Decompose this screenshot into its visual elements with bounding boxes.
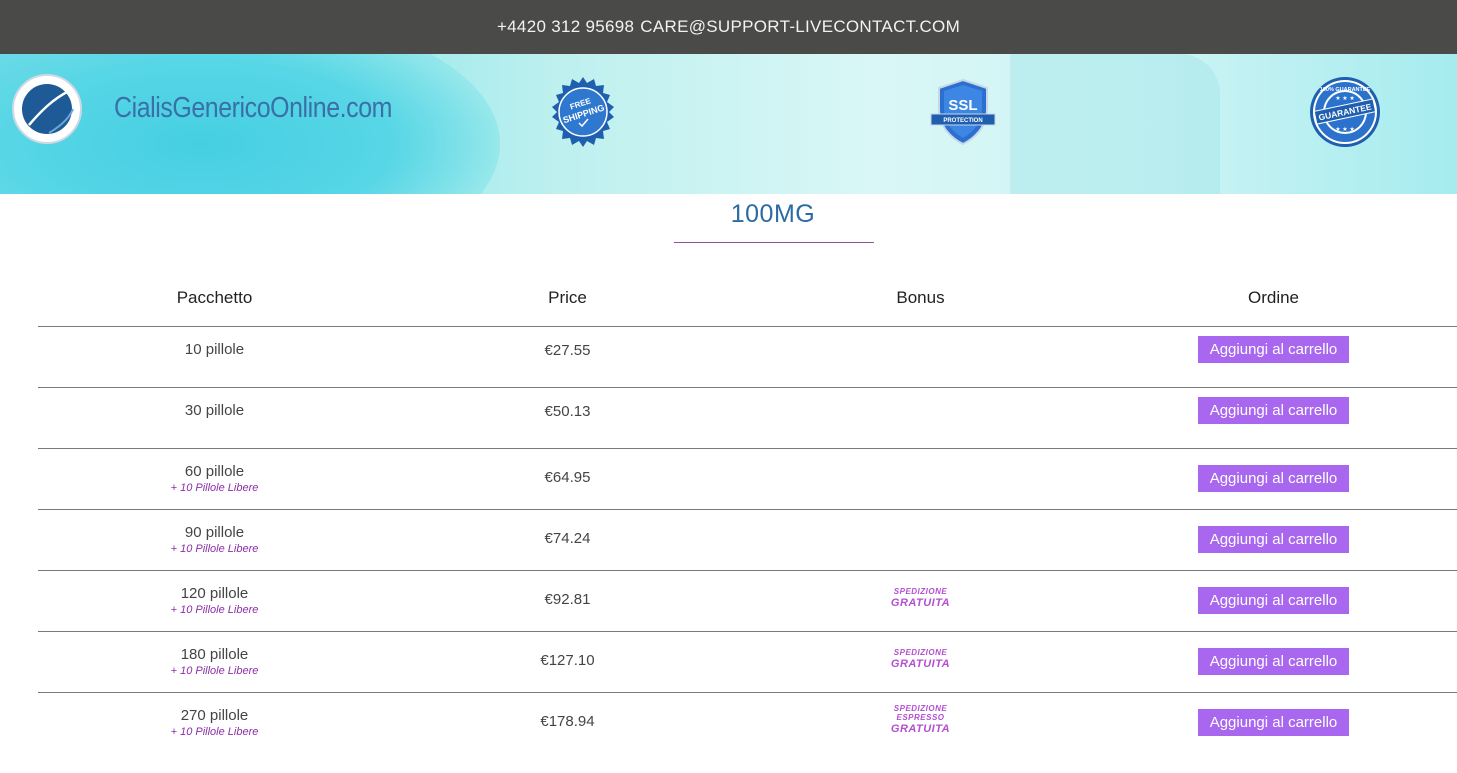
svg-text:PROTECTION: PROTECTION <box>943 118 982 124</box>
price-table: Pacchetto Price Bonus Ordine 10 pillole … <box>38 270 1457 754</box>
add-to-cart-button[interactable]: Aggiungi al carrello <box>1197 465 1350 492</box>
price-cell: €127.10 <box>540 652 595 669</box>
bonus-cell <box>744 510 1097 524</box>
bonus-cell: SPEDIZIONE GRATUITA <box>744 571 1097 610</box>
table-header: Pacchetto Price Bonus Ordine <box>38 270 1457 327</box>
header-banner: CialisGenericoOnline.com FREE SHIPPING S… <box>0 54 1457 194</box>
free-shipping-tag: SPEDIZIONE GRATUITA <box>890 587 951 609</box>
bonus-tag-main: GRATUITA <box>890 722 951 735</box>
order-cell: Aggiungi al carrello <box>1097 327 1450 363</box>
free-shipping-tag: SPEDIZIONE GRATUITA <box>890 648 951 670</box>
table-row: 10 pillole €27.55 Aggiungi al carrello <box>38 327 1457 388</box>
price-cell: €74.24 <box>544 530 591 547</box>
support-email[interactable]: CARE@SUPPORT-LIVECONTACT.COM <box>640 17 960 37</box>
add-to-cart-button[interactable]: Aggiungi al carrello <box>1197 709 1350 736</box>
banner-decoration-band <box>1010 54 1220 194</box>
bonus-cell: SPEDIZIONE ESPRESSO GRATUITA <box>744 693 1097 736</box>
package-cell: 10 pillole <box>38 327 391 358</box>
order-cell: Aggiungi al carrello <box>1097 388 1450 424</box>
order-cell: Aggiungi al carrello <box>1097 632 1450 675</box>
svg-text:100% GUARANTEE: 100% GUARANTEE <box>1320 87 1371 93</box>
table-row: 60 pillole + 10 Pillole Libere €64.95 Ag… <box>38 449 1457 510</box>
price-cell: €92.81 <box>544 591 591 608</box>
order-cell: Aggiungi al carrello <box>1097 693 1450 736</box>
price-cell: €50.13 <box>544 403 591 420</box>
svg-text:★ ★ ★: ★ ★ ★ <box>1335 95 1354 102</box>
free-pills-note: + 10 Pillole Libere <box>170 604 259 616</box>
svg-text:SSL: SSL <box>948 97 977 114</box>
free-pills-note: + 10 Pillole Libere <box>170 482 259 494</box>
table-row: 90 pillole + 10 Pillole Libere €74.24 Ag… <box>38 510 1457 571</box>
svg-text:★ ★ ★: ★ ★ ★ <box>1335 126 1354 133</box>
express-shipping-tag: SPEDIZIONE ESPRESSO GRATUITA <box>890 704 951 735</box>
order-cell: Aggiungi al carrello <box>1097 449 1450 492</box>
bonus-tag-line-2: ESPRESSO <box>896 712 945 722</box>
package-cell: 270 pillole + 10 Pillole Libere <box>38 693 391 738</box>
table-row: 270 pillole + 10 Pillole Libere €178.94 … <box>38 693 1457 754</box>
price-cell: €64.95 <box>544 469 591 486</box>
package-cell: 180 pillole + 10 Pillole Libere <box>38 632 391 677</box>
bonus-tag-main: GRATUITA <box>890 657 951 670</box>
free-pills-note: + 10 Pillole Libere <box>170 726 259 738</box>
site-name[interactable]: CialisGenericoOnline.com <box>114 92 392 125</box>
title-divider <box>674 242 874 243</box>
free-pills-note: + 10 Pillole Libere <box>170 543 259 555</box>
package-name: 90 pillole <box>184 524 245 541</box>
package-cell: 120 pillole + 10 Pillole Libere <box>38 571 391 616</box>
bonus-cell <box>744 449 1097 463</box>
package-name: 270 pillole <box>180 707 249 724</box>
add-to-cart-button[interactable]: Aggiungi al carrello <box>1197 397 1350 424</box>
order-cell: Aggiungi al carrello <box>1097 510 1450 553</box>
table-row: 120 pillole + 10 Pillole Libere €92.81 S… <box>38 571 1457 632</box>
table-row: 180 pillole + 10 Pillole Libere €127.10 … <box>38 632 1457 693</box>
guarantee-badge-icon: GUARANTEE 100% GUARANTEE ★ ★ ★ ★ ★ ★ <box>1309 76 1381 148</box>
bonus-cell: SPEDIZIONE GRATUITA <box>744 632 1097 671</box>
package-name: 120 pillole <box>180 585 249 602</box>
contact-bar: +4420 312 95698 CARE@SUPPORT-LIVECONTACT… <box>0 0 1457 54</box>
add-to-cart-button[interactable]: Aggiungi al carrello <box>1197 587 1350 614</box>
ssl-protection-badge-icon: SSL PROTECTION <box>927 76 999 148</box>
bonus-tag-main: GRATUITA <box>890 596 951 609</box>
site-logo-icon[interactable] <box>12 74 82 144</box>
price-cell: €178.94 <box>540 713 595 730</box>
order-cell: Aggiungi al carrello <box>1097 571 1450 614</box>
table-row: 30 pillole €50.13 Aggiungi al carrello <box>38 388 1457 449</box>
package-name: 10 pillole <box>184 341 245 358</box>
price-cell: €27.55 <box>544 342 591 359</box>
bonus-cell <box>744 327 1097 341</box>
header-order: Ordine <box>1247 288 1300 307</box>
phone-number[interactable]: +4420 312 95698 <box>497 17 634 37</box>
header-bonus: Bonus <box>896 288 945 307</box>
bonus-cell <box>744 388 1097 402</box>
add-to-cart-button[interactable]: Aggiungi al carrello <box>1197 526 1350 553</box>
dosage-title: 100MG <box>730 200 816 228</box>
package-name: 180 pillole <box>180 646 249 663</box>
package-cell: 90 pillole + 10 Pillole Libere <box>38 510 391 555</box>
free-shipping-badge-icon: FREE SHIPPING <box>547 76 619 148</box>
bonus-tag-line: SPEDIZIONE <box>893 587 948 596</box>
add-to-cart-button[interactable]: Aggiungi al carrello <box>1197 336 1350 363</box>
free-pills-note: + 10 Pillole Libere <box>170 665 259 677</box>
add-to-cart-button[interactable]: Aggiungi al carrello <box>1197 648 1350 675</box>
bonus-tag-line: SPEDIZIONE <box>893 648 948 657</box>
header-price: Price <box>548 288 587 307</box>
header-package: Pacchetto <box>176 288 253 307</box>
package-name: 30 pillole <box>184 402 245 419</box>
package-cell: 60 pillole + 10 Pillole Libere <box>38 449 391 494</box>
package-cell: 30 pillole <box>38 388 391 419</box>
package-name: 60 pillole <box>184 463 245 480</box>
